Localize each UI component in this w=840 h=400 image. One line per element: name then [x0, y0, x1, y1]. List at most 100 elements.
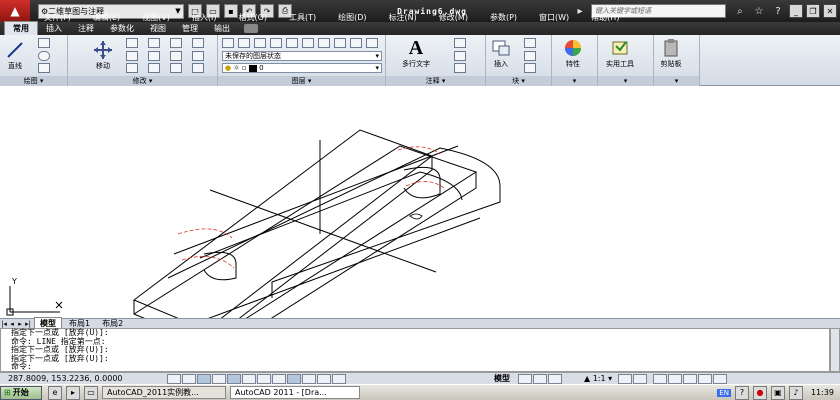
lock-button[interactable]	[668, 373, 683, 384]
layer-properties-icon[interactable]	[222, 38, 234, 48]
polar-button[interactable]	[212, 373, 226, 384]
annotation-scale[interactable]: ▲ 1:1 ▾	[584, 374, 612, 383]
mirror-icon[interactable]	[126, 51, 138, 61]
osnap-button[interactable]	[227, 373, 241, 384]
move-button[interactable]: 移动	[92, 39, 114, 71]
command-window[interactable]: 指定下一点或 [放弃(U)]: 命令: LINE 指定第一点: 指定下一点或 […	[0, 328, 830, 372]
table-icon[interactable]	[454, 63, 466, 73]
next-tab-icon[interactable]: ▸	[16, 320, 24, 328]
clean-screen-button[interactable]	[713, 373, 728, 384]
tab-annotate[interactable]: 注释	[70, 22, 102, 35]
break-icon[interactable]	[192, 63, 204, 73]
tab-home[interactable]: 常用	[4, 21, 38, 35]
layer-walk-icon[interactable]	[350, 38, 362, 48]
ortho-button[interactable]	[197, 373, 211, 384]
prev-tab-icon[interactable]: ◂	[8, 320, 16, 328]
panel-clipboard-label[interactable]: ▾	[654, 76, 699, 86]
polyline-icon[interactable]	[38, 38, 50, 48]
drawing-canvas[interactable]: Y	[0, 86, 840, 361]
layer-prev-icon[interactable]	[334, 38, 346, 48]
ribbon-toggle-button[interactable]	[244, 24, 258, 33]
task-tutorial[interactable]: AutoCAD_2011实例教...	[102, 386, 226, 399]
tab-view[interactable]: 视图	[142, 22, 174, 35]
start-button[interactable]: ⊞ 开始	[0, 385, 42, 400]
panel-utilities-label[interactable]: ▾	[598, 76, 653, 86]
dyn-button[interactable]	[272, 373, 286, 384]
quick-view-drawings-button[interactable]	[533, 373, 547, 384]
layer-lock-icon[interactable]	[302, 38, 314, 48]
layer-off-icon[interactable]	[286, 38, 298, 48]
pan-button[interactable]	[548, 373, 562, 384]
layer-isolate-icon[interactable]	[254, 38, 266, 48]
tab-output[interactable]: 输出	[206, 22, 238, 35]
layer-dropdown[interactable]: ● ☼ ▫ 0 ▾	[222, 63, 382, 73]
desktop-icon[interactable]: ▭	[84, 385, 98, 400]
panel-properties-label[interactable]: ▾	[552, 76, 597, 86]
copy-icon[interactable]	[148, 51, 160, 61]
quick-view-layouts-button[interactable]	[518, 373, 532, 384]
tpy-button[interactable]	[302, 373, 316, 384]
properties-button[interactable]: 特性	[562, 37, 584, 69]
ie-icon[interactable]: e	[48, 385, 62, 400]
layer-freeze-icon[interactable]	[270, 38, 282, 48]
lwt-button[interactable]	[287, 373, 301, 384]
dimension-icon[interactable]	[454, 38, 466, 48]
antivirus-icon[interactable]: ●	[752, 385, 767, 400]
hardware-accel-button[interactable]	[683, 373, 698, 384]
panel-annotation-label[interactable]: 注释 ▾	[386, 76, 485, 86]
task-autocad[interactable]: AutoCAD 2011 - [Dra...	[230, 386, 360, 399]
leader-icon[interactable]	[454, 51, 466, 61]
panel-draw-label[interactable]: 绘图 ▾	[0, 76, 67, 86]
tab-manage[interactable]: 管理	[174, 22, 206, 35]
line-button[interactable]: 直线	[4, 39, 26, 71]
rotate-icon[interactable]	[126, 38, 138, 48]
workspace-switch-button[interactable]	[653, 373, 668, 384]
insert-button[interactable]: 插入	[490, 37, 512, 69]
sc-button[interactable]	[332, 373, 346, 384]
volume-icon[interactable]: ♪	[788, 385, 803, 400]
mtext-button[interactable]: A 多行文字	[402, 37, 430, 69]
layer-state-icon[interactable]	[238, 38, 250, 48]
utilities-button[interactable]: 实用工具	[606, 37, 634, 69]
trim-icon[interactable]	[148, 38, 160, 48]
tab-parametric[interactable]: 参数化	[102, 22, 142, 35]
fillet-icon[interactable]	[170, 51, 182, 61]
snap-button[interactable]	[167, 373, 181, 384]
array-icon[interactable]	[170, 63, 182, 73]
command-scrollbar[interactable]	[830, 328, 840, 372]
annotation-visibility-button[interactable]	[618, 373, 633, 384]
layer-merge-icon[interactable]	[366, 38, 378, 48]
create-block-icon[interactable]	[524, 38, 536, 48]
attribute-icon[interactable]	[524, 63, 536, 73]
grid-button[interactable]	[182, 373, 196, 384]
layer-match-icon[interactable]	[318, 38, 330, 48]
media-icon[interactable]: ▸	[66, 385, 80, 400]
tab-insert[interactable]: 插入	[38, 22, 70, 35]
command-input[interactable]: 命令:	[11, 363, 829, 372]
arc-icon[interactable]	[38, 63, 50, 73]
clock: 11:39	[810, 388, 834, 397]
edit-block-icon[interactable]	[524, 51, 536, 61]
network-icon[interactable]: ▣	[770, 385, 785, 400]
erase-icon[interactable]	[170, 38, 182, 48]
help-icon[interactable]: ?	[734, 385, 749, 400]
model-space-label[interactable]: 模型	[494, 373, 510, 384]
layer-state-dropdown[interactable]: 未保存的图层状态 ▾	[222, 51, 382, 61]
language-indicator[interactable]: EN	[717, 388, 731, 397]
last-tab-icon[interactable]: ▸|	[24, 320, 32, 328]
otrack-button[interactable]	[242, 373, 256, 384]
isolate-button[interactable]	[698, 373, 713, 384]
panel-modify-label[interactable]: 修改 ▾	[68, 76, 217, 86]
panel-block-label[interactable]: 块 ▾	[486, 76, 551, 86]
offset-icon[interactable]	[192, 51, 204, 61]
ducs-button[interactable]	[257, 373, 271, 384]
scale-icon[interactable]	[148, 63, 160, 73]
auto-scale-button[interactable]	[633, 373, 648, 384]
circle-icon[interactable]	[38, 51, 50, 61]
panel-layers-label[interactable]: 图层 ▾	[218, 76, 385, 86]
stretch-icon[interactable]	[126, 63, 138, 73]
qp-button[interactable]	[317, 373, 331, 384]
clipboard-button[interactable]: 剪贴板	[660, 37, 682, 69]
explode-icon[interactable]	[192, 38, 204, 48]
first-tab-icon[interactable]: |◂	[0, 320, 8, 328]
